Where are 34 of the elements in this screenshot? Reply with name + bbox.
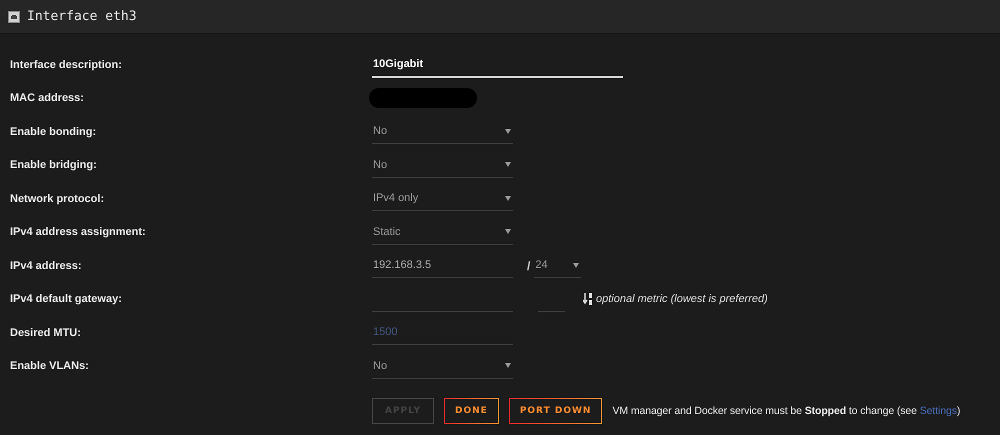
caret-icon	[505, 128, 511, 134]
dropdown[interactable]: Static	[372, 220, 513, 245]
separator: /	[527, 258, 530, 273]
caret-icon	[505, 162, 511, 168]
caret-icon	[573, 262, 580, 268]
caret-icon	[505, 363, 511, 368]
dropdown[interactable]: IPv4 only	[372, 186, 513, 212]
field-label: IPv4 default gateway:	[10, 293, 123, 306]
field-label: MAC address:	[10, 92, 85, 104]
sort-icon	[583, 293, 593, 306]
notice-text: VM manager and Docker service must be Stopped to change (see Settings)	[612, 405, 960, 417]
metric-hint: optional metric (lowest is preferred)	[596, 293, 768, 306]
dropdown[interactable]: No	[372, 119, 513, 144]
field-label: Enable VLANs:	[10, 360, 90, 372]
field-label: Network protocol:	[10, 192, 106, 205]
action-button[interactable]: PORT DOWN	[508, 398, 602, 424]
field-label: Interface description:	[10, 58, 123, 71]
prefix-dropdown[interactable]: 24	[534, 253, 582, 278]
dropdown[interactable]: No	[372, 354, 513, 379]
mtu-field[interactable]: 1500	[372, 320, 513, 346]
address-field[interactable]: 192.168.3.5	[372, 253, 513, 278]
caret-icon	[505, 229, 511, 234]
window-title: Interface eth3	[27, 9, 137, 24]
field-label: Desired MTU:	[10, 326, 82, 339]
field-label: IPv4 address:	[10, 260, 83, 272]
field-label: Enable bridging:	[10, 159, 98, 172]
settings-link[interactable]: Settings	[920, 405, 957, 417]
caret-icon	[505, 196, 511, 201]
action-button[interactable]: DONE	[444, 398, 499, 424]
field-label: IPv4 address assignment:	[10, 226, 147, 238]
description-field[interactable]: 10Gigabit	[372, 52, 623, 78]
network-icon	[8, 10, 20, 22]
field-label: Enable bonding:	[10, 126, 98, 138]
dropdown[interactable]: No	[372, 152, 513, 178]
